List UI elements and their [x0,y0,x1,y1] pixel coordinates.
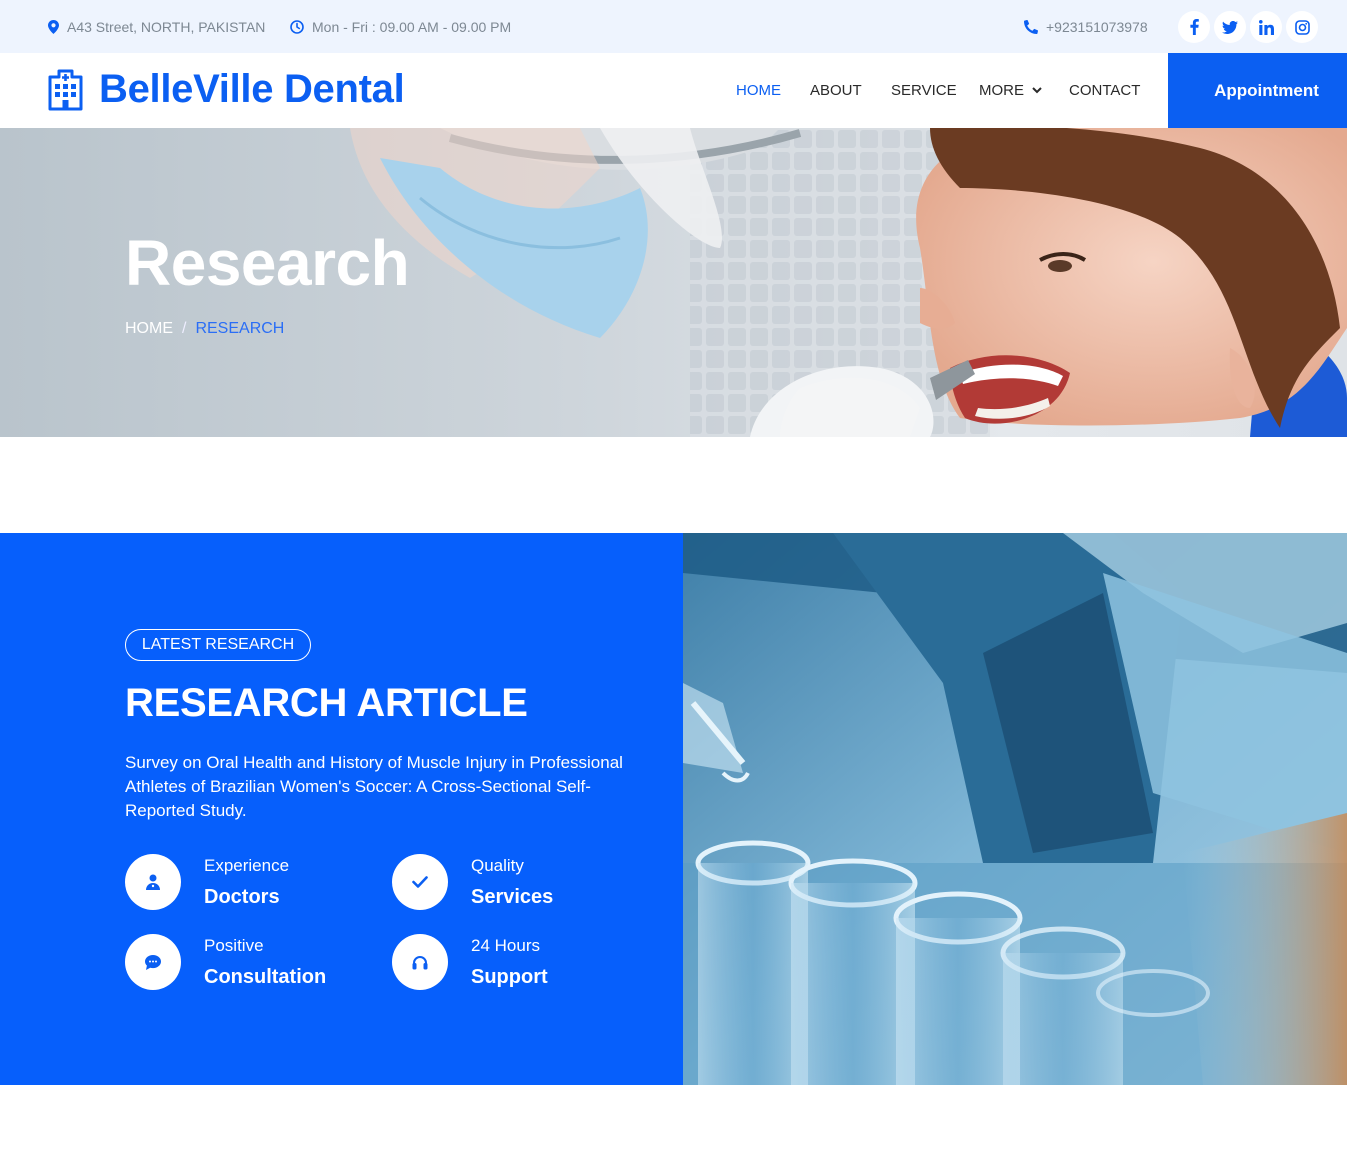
breadcrumb-home[interactable]: HOME [125,320,173,338]
research-description: Survey on Oral Health and History of Mus… [125,753,623,820]
linkedin-link[interactable] [1250,11,1282,43]
instagram-link[interactable] [1286,11,1318,43]
hero-banner: Research HOME / RESEARCH [0,128,1347,437]
latest-research-badge: LATEST RESEARCH [125,629,311,661]
breadcrumb-separator: / [182,320,187,337]
facebook-link[interactable] [1178,11,1210,43]
linkedin-icon [1258,19,1274,35]
clock-icon [290,19,304,34]
phone-icon [1024,19,1038,34]
main-header: BelleVille Dental HOME ABOUT SERVICE MOR… [0,53,1347,128]
map-pin-icon [48,19,59,34]
check-icon [412,876,428,888]
nav-more[interactable]: MORE [979,53,1042,128]
facebook-icon [1189,19,1199,35]
chat-icon [145,954,161,970]
research-section: LATEST RESEARCH RESEARCH ARTICLE Survey … [0,533,683,1085]
feature-icon-circle [125,934,181,990]
research-title: RESEARCH ARTICLE [125,681,528,725]
address-text: A43 Street, NORTH, PAKISTAN [67,18,266,35]
feature-icon-circle [392,854,448,910]
hours-info: Mon - Fri : 09.00 AM - 09.00 PM [290,0,511,53]
doctor-icon [146,874,160,890]
nav-service[interactable]: SERVICE [891,53,957,128]
feature-support: 24 Hours Support [392,934,632,990]
page-title: Research [125,227,410,299]
breadcrumb: HOME / RESEARCH [125,320,284,338]
hours-text: Mon - Fri : 09.00 AM - 09.00 PM [312,18,512,35]
feature-small-text: Experience [204,856,290,875]
feature-doctors: Experience Doctors [125,854,365,910]
feature-big-text: Support [471,966,548,988]
instagram-icon [1294,19,1310,35]
feature-small-text: 24 Hours [471,936,540,955]
appointment-button[interactable]: Appointment [1168,53,1347,128]
feature-icon-circle [392,934,448,990]
top-bar: A43 Street, NORTH, PAKISTAN Mon - Fri : … [0,0,1347,53]
site-logo[interactable]: BelleVille Dental [99,67,405,112]
address-info: A43 Street, NORTH, PAKISTAN [48,0,265,53]
phone-text: +923151073978 [1046,18,1148,35]
nav-more-label: MORE [979,82,1024,99]
nav-contact[interactable]: CONTACT [1069,53,1140,128]
twitter-icon [1222,20,1238,34]
feature-big-text: Services [471,886,554,908]
lab-image [683,533,1347,1085]
twitter-link[interactable] [1214,11,1246,43]
headphones-icon [412,955,428,969]
feature-icon-circle [125,854,181,910]
chevron-down-icon [1032,87,1042,94]
feature-small-text: Quality [471,856,524,875]
laboratory-photo [683,533,1347,1085]
feature-big-text: Consultation [204,966,327,988]
hospital-icon[interactable] [48,69,83,111]
phone-info[interactable]: +923151073978 [1024,0,1148,53]
nav-home[interactable]: HOME [736,53,781,128]
feature-small-text: Positive [204,936,264,955]
feature-big-text: Doctors [204,886,280,908]
feature-services: Quality Services [392,854,632,910]
feature-consultation: Positive Consultation [125,934,365,990]
nav-about[interactable]: ABOUT [810,53,862,128]
breadcrumb-current: RESEARCH [195,320,285,337]
